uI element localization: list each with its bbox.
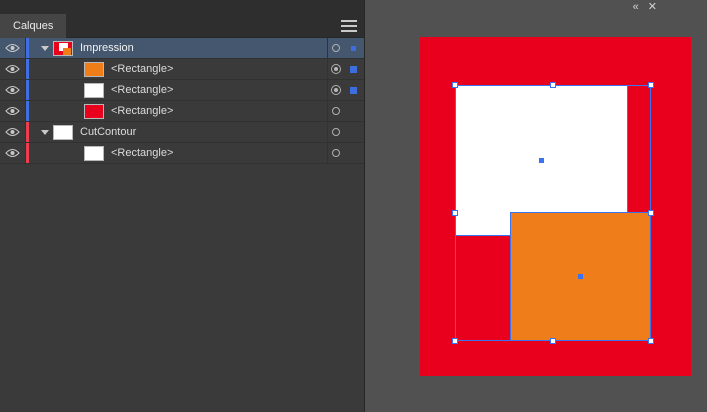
layer-list: Impression <Rectangle> <Rectangle> <Rect… <box>0 38 364 164</box>
object-thumbnail[interactable] <box>84 145 104 161</box>
selection-handle[interactable] <box>550 82 556 88</box>
layer-name: Impression <box>80 42 134 54</box>
selection-handle[interactable] <box>648 82 654 88</box>
layer-color-bar <box>26 80 29 100</box>
eye-icon <box>5 43 20 53</box>
eye-icon <box>5 148 20 158</box>
layer-row-rectangle-orange[interactable]: <Rectangle> <box>0 59 364 80</box>
visibility-toggle[interactable] <box>0 80 26 100</box>
visibility-toggle[interactable] <box>0 143 26 163</box>
layer-color-bar <box>26 143 29 163</box>
selection-indicator[interactable] <box>350 45 356 51</box>
layer-name: CutContour <box>80 126 137 138</box>
thumb-orange-shape <box>63 47 71 55</box>
selection-handle[interactable] <box>452 210 458 216</box>
canvas[interactable]: « ✕ <box>366 0 707 412</box>
layer-thumbnail[interactable] <box>53 124 73 140</box>
panel-header: Calques <box>0 0 364 38</box>
layer-color-bar <box>26 38 29 58</box>
visibility-toggle[interactable] <box>0 122 26 142</box>
chevron-down-icon <box>41 129 49 135</box>
row-right-column <box>327 80 364 100</box>
object-name: <Rectangle> <box>111 105 174 117</box>
illustrator-window: Calques Impression <Rectangle> <Rectangl… <box>0 0 707 412</box>
row-right-column <box>327 38 364 58</box>
layer-row-cutcontour[interactable]: CutContour <box>0 122 364 143</box>
layer-row-rectangle-cut[interactable]: <Rectangle> <box>0 143 364 164</box>
selection-handle[interactable] <box>550 338 556 344</box>
target-circle[interactable] <box>332 107 340 115</box>
row-right-column <box>327 122 364 142</box>
object-name: <Rectangle> <box>111 147 174 159</box>
object-thumbnail[interactable] <box>84 82 104 98</box>
object-name: <Rectangle> <box>111 63 174 75</box>
eye-icon <box>5 106 20 116</box>
layer-row-rectangle-red[interactable]: <Rectangle> <box>0 101 364 122</box>
layer-color-bar <box>26 122 29 142</box>
target-circle[interactable] <box>332 149 340 157</box>
target-circle[interactable] <box>332 128 340 136</box>
target-circle-targeted[interactable] <box>331 64 341 74</box>
layer-color-bar <box>26 59 29 79</box>
chevron-down-icon <box>41 45 49 51</box>
object-thumbnail[interactable] <box>84 61 104 77</box>
row-right-column <box>327 101 364 121</box>
row-right-column <box>327 59 364 79</box>
selection-indicator[interactable] <box>349 86 357 94</box>
target-circle[interactable] <box>332 44 340 52</box>
layer-row-rectangle-white[interactable]: <Rectangle> <box>0 80 364 101</box>
selection-indicator[interactable] <box>349 65 357 73</box>
tab-label: Calques <box>13 20 54 32</box>
expand-toggle[interactable] <box>37 122 53 142</box>
eye-icon <box>5 64 20 74</box>
layer-row-impression[interactable]: Impression <box>0 38 364 59</box>
object-thumbnail[interactable] <box>84 103 104 119</box>
target-circle-targeted[interactable] <box>331 85 341 95</box>
visibility-toggle[interactable] <box>0 101 26 121</box>
row-right-column <box>327 143 364 163</box>
tab-calques[interactable]: Calques <box>0 14 67 38</box>
selection-handle[interactable] <box>452 338 458 344</box>
eye-icon <box>5 85 20 95</box>
eye-icon <box>5 127 20 137</box>
visibility-toggle[interactable] <box>0 38 26 58</box>
expand-toggle[interactable] <box>37 38 53 58</box>
close-icon[interactable]: ✕ <box>648 0 657 14</box>
visibility-toggle[interactable] <box>0 59 26 79</box>
window-controls: « ✕ <box>633 0 657 14</box>
selection-handle[interactable] <box>648 338 654 344</box>
center-anchor-white[interactable] <box>539 158 544 163</box>
panel-menu-button[interactable] <box>341 20 357 32</box>
selection-handle[interactable] <box>648 210 654 216</box>
layer-thumbnail[interactable] <box>53 40 73 56</box>
layers-panel: Calques Impression <Rectangle> <Rectangl… <box>0 0 365 412</box>
layer-color-bar <box>26 101 29 121</box>
selection-handle[interactable] <box>452 82 458 88</box>
center-anchor-orange[interactable] <box>578 274 583 279</box>
object-name: <Rectangle> <box>111 84 174 96</box>
collapse-panel-icon[interactable]: « <box>633 0 639 14</box>
